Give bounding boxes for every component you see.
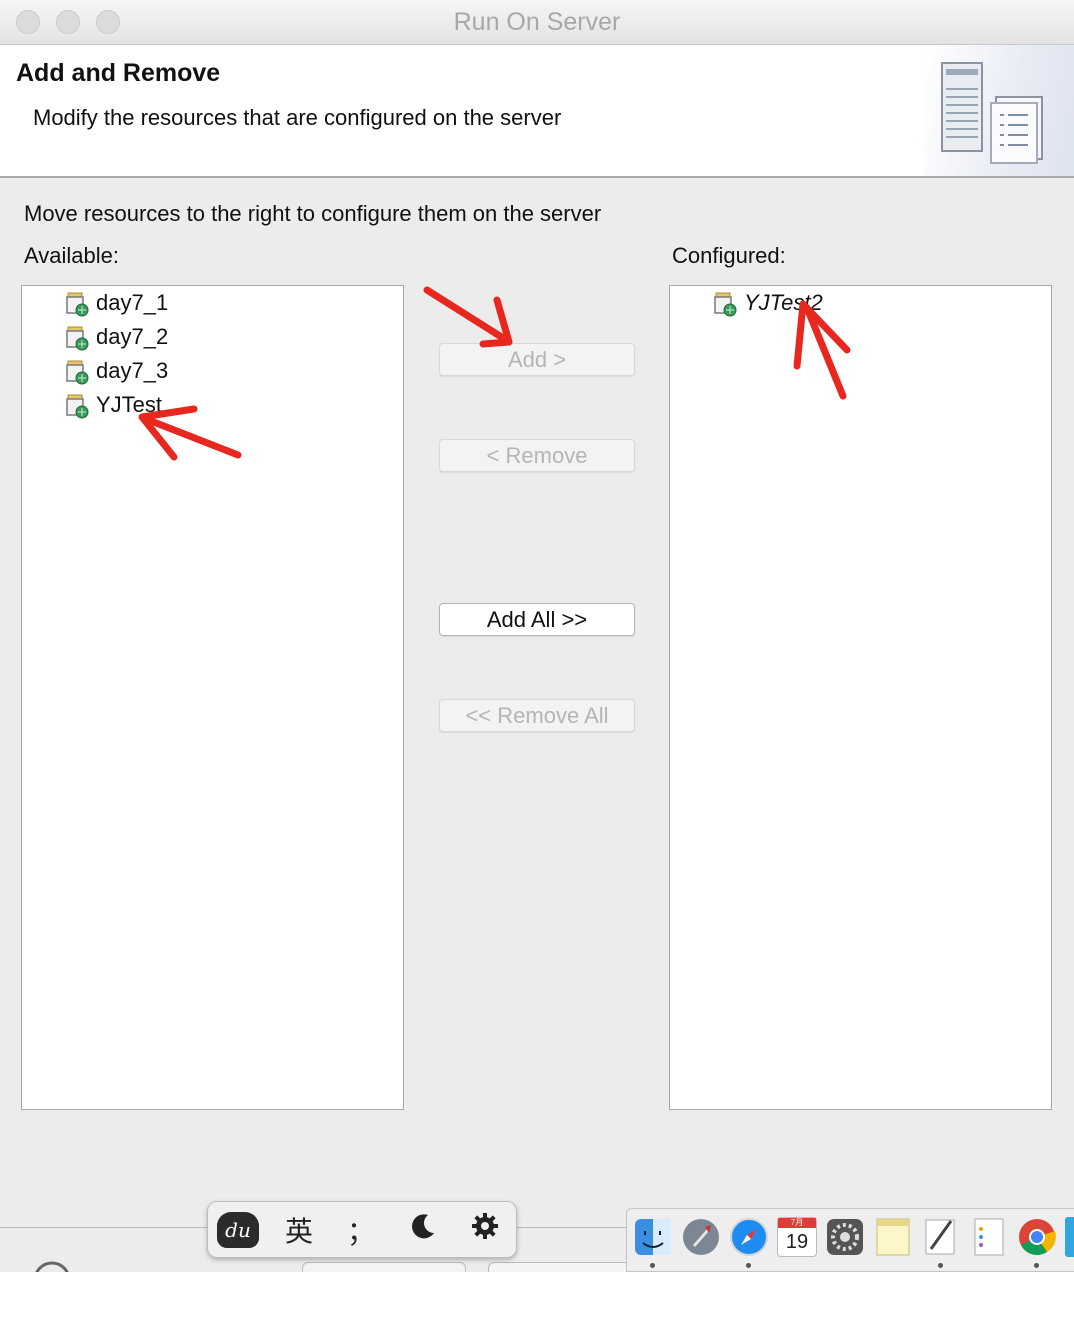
calendar-month: 7月 xyxy=(778,1218,816,1228)
ime-punctuation-toggle[interactable]: ； xyxy=(339,1210,383,1250)
title-bar: Run On Server xyxy=(0,0,1074,45)
notes-icon[interactable] xyxy=(873,1217,913,1257)
server-banner-icon xyxy=(924,45,1074,176)
web-project-icon xyxy=(66,326,89,351)
wizard-header: Add and Remove Modify the resources that… xyxy=(0,45,1074,178)
ime-language-toggle[interactable]: 英 xyxy=(277,1210,321,1250)
dock: 7月 19 xyxy=(626,1208,1074,1272)
add-all-button[interactable]: Add All >> xyxy=(439,603,635,636)
chrome-icon[interactable] xyxy=(1017,1217,1057,1257)
list-item[interactable]: day7_3 xyxy=(62,356,168,386)
wizard-page-title: Add and Remove xyxy=(16,59,221,87)
partial-dock-app-icon[interactable] xyxy=(1065,1217,1074,1257)
help-icon[interactable] xyxy=(32,1260,72,1272)
reminders-icon[interactable] xyxy=(969,1217,1009,1257)
safari-icon[interactable] xyxy=(729,1217,769,1257)
configured-label: Configured: xyxy=(672,243,786,268)
launchpad-icon[interactable] xyxy=(681,1217,721,1257)
list-item[interactable]: day7_2 xyxy=(62,322,168,352)
next-button[interactable] xyxy=(488,1262,630,1272)
back-button[interactable] xyxy=(302,1262,466,1272)
list-item-label: day7_3 xyxy=(96,358,169,383)
run-on-server-window: Run On Server Add and Remove Modify the … xyxy=(0,0,1074,1272)
annotation-arrow-yjtest2 xyxy=(793,300,851,400)
wizard-page-description: Modify the resources that are configured… xyxy=(33,105,562,130)
textedit-icon[interactable] xyxy=(921,1217,961,1257)
gear-icon[interactable] xyxy=(463,1211,507,1248)
moon-icon[interactable] xyxy=(401,1211,445,1248)
window-title: Run On Server xyxy=(453,8,621,36)
list-item-label: day7_1 xyxy=(96,290,169,315)
annotation-arrow-add xyxy=(423,286,513,348)
web-project-icon xyxy=(66,292,89,317)
instruction-text: Move resources to the right to configure… xyxy=(24,201,602,226)
available-label: Available: xyxy=(24,243,119,268)
finder-icon[interactable] xyxy=(633,1217,673,1257)
calendar-day: 19 xyxy=(785,1231,809,1253)
web-project-icon xyxy=(66,394,89,419)
system-preferences-icon[interactable] xyxy=(825,1217,865,1257)
list-item[interactable]: day7_1 xyxy=(62,288,168,318)
remove-all-button[interactable]: << Remove All xyxy=(439,699,635,732)
configured-list[interactable]: YJTest2 xyxy=(669,285,1052,1110)
calendar-icon[interactable]: 7月 19 xyxy=(777,1217,817,1257)
web-project-icon xyxy=(66,360,89,385)
remove-button[interactable]: < Remove xyxy=(439,439,635,472)
annotation-arrow-yjtest xyxy=(138,405,242,461)
web-project-icon xyxy=(714,292,737,317)
list-item-label: day7_2 xyxy=(96,324,169,349)
baidu-du-icon[interactable]: du xyxy=(217,1211,259,1248)
ime-toolbar: du 英 ； xyxy=(207,1201,517,1258)
